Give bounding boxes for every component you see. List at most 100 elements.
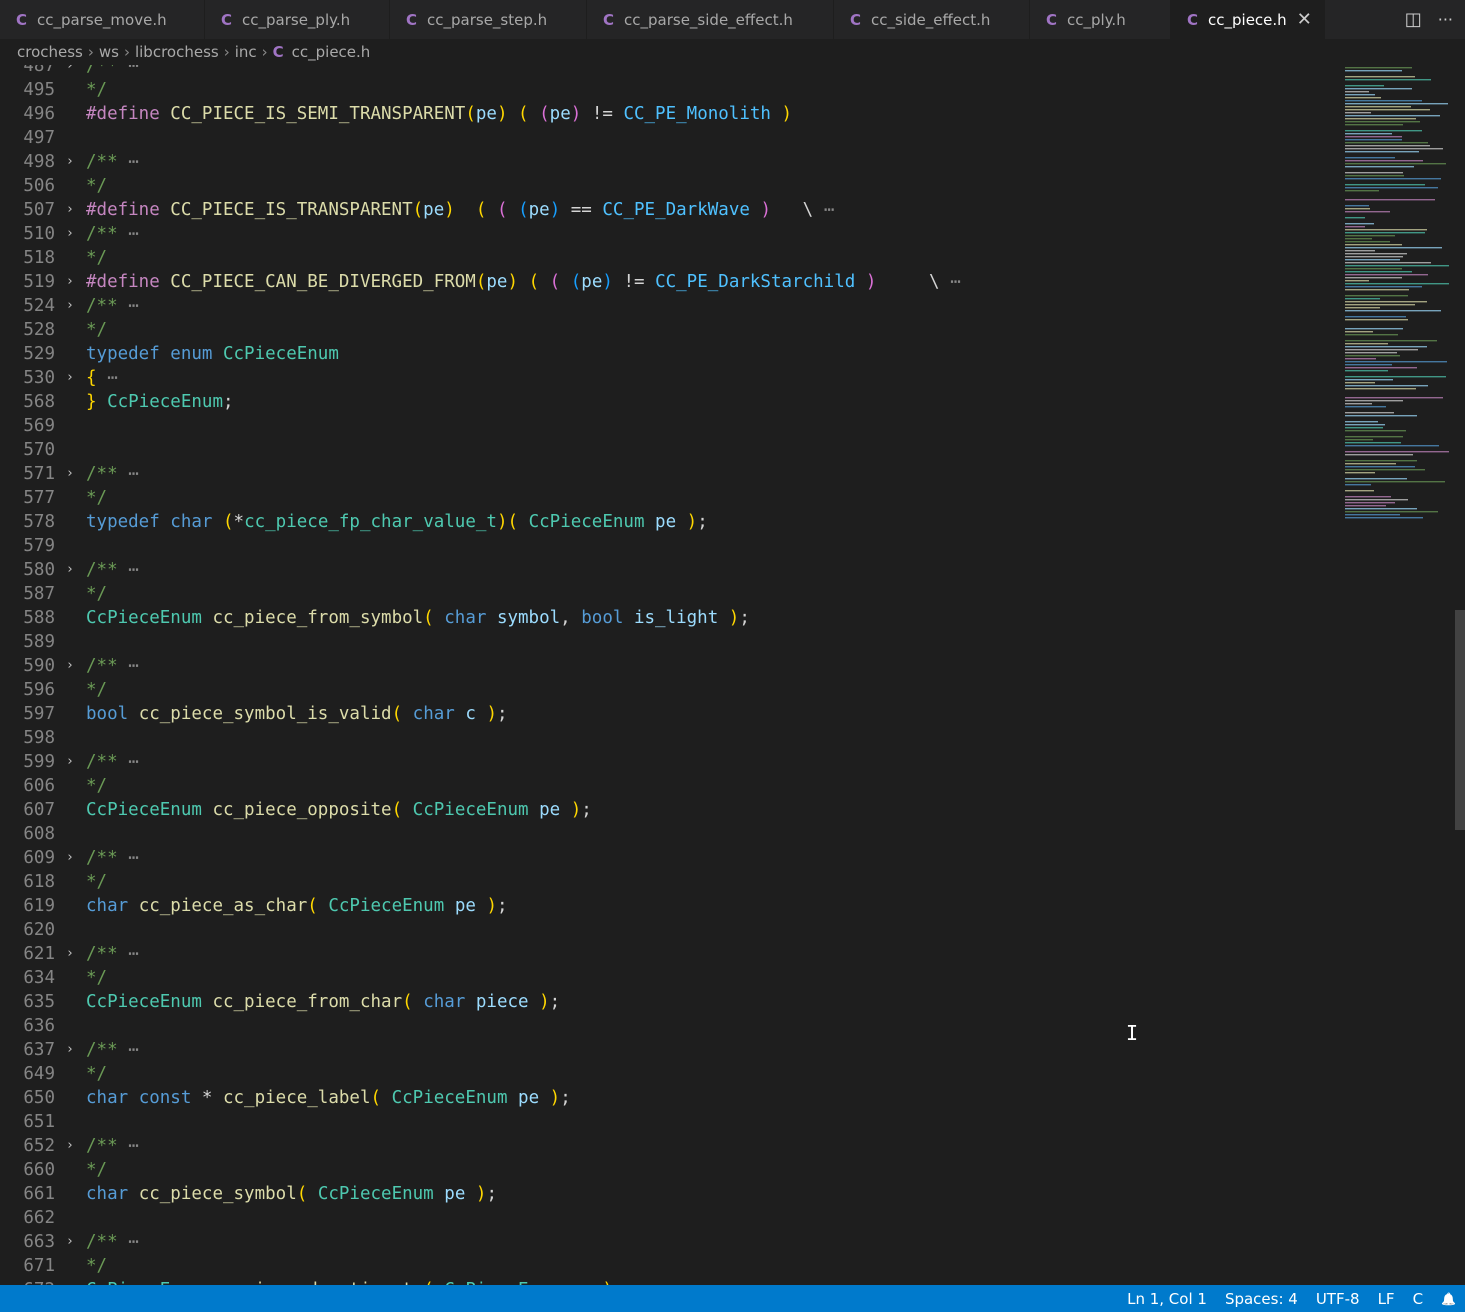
folded-ellipsis[interactable]: ⋯ [118, 1232, 139, 1252]
fold-chevron-icon[interactable]: › [66, 750, 74, 774]
code-line[interactable]: 634 */ [0, 966, 1340, 990]
code-line[interactable]: 596 */ [0, 678, 1340, 702]
code-line[interactable]: 599 › /** ⋯ [0, 750, 1340, 774]
folded-ellipsis[interactable]: ⋯ [118, 1040, 139, 1060]
code-line[interactable]: 580 › /** ⋯ [0, 558, 1340, 582]
code-line[interactable]: 498 › /** ⋯ [0, 150, 1340, 174]
tab-cc-side-effect-h[interactable]: Ccc_side_effect.h [834, 0, 1030, 39]
code-line[interactable]: 635 CcPieceEnum cc_piece_from_char( char … [0, 990, 1340, 1014]
folded-ellipsis[interactable]: ⋯ [118, 152, 139, 172]
split-editor-icon[interactable]: ◫ [1405, 9, 1422, 30]
code-line[interactable]: 621 › /** ⋯ [0, 942, 1340, 966]
code-line[interactable]: 506 */ [0, 174, 1340, 198]
code-line[interactable]: 510 › /** ⋯ [0, 222, 1340, 246]
code-line[interactable]: 620 [0, 918, 1340, 942]
code-line[interactable]: 524 › /** ⋯ [0, 294, 1340, 318]
code-line[interactable]: 588 CcPieceEnum cc_piece_from_symbol( cha… [0, 606, 1340, 630]
fold-chevron-icon[interactable]: › [66, 294, 74, 318]
code-line[interactable]: 618 */ [0, 870, 1340, 894]
code-line[interactable]: 518 */ [0, 246, 1340, 270]
more-actions-icon[interactable]: ··· [1438, 10, 1453, 29]
fold-chevron-icon[interactable]: › [66, 222, 74, 246]
fold-chevron-icon[interactable]: › [66, 65, 74, 78]
breadcrumb-item[interactable]: ws [99, 43, 119, 61]
code-line[interactable]: 672 CcPieceEnum cc_piece_demoting_to( CcP… [0, 1278, 1340, 1285]
code-line[interactable]: 589 [0, 630, 1340, 654]
folded-ellipsis[interactable]: ⋯ [118, 752, 139, 772]
indentation-status[interactable]: Spaces: 4 [1216, 1290, 1307, 1308]
folded-ellipsis[interactable]: ⋯ [118, 65, 139, 76]
breadcrumb-item[interactable]: libcrochess [135, 43, 219, 61]
breadcrumb-item[interactable]: crochess [17, 43, 83, 61]
code-line[interactable]: 507 › #define CC_PIECE_IS_TRANSPARENT(pe) … [0, 198, 1340, 222]
scrollbar-thumb[interactable] [1455, 610, 1465, 830]
bell-icon[interactable]: 🔔 [1432, 1292, 1465, 1306]
code-line[interactable]: 650 char const * cc_piece_label( CcPieceE… [0, 1086, 1340, 1110]
code-line[interactable]: 571 › /** ⋯ [0, 462, 1340, 486]
code-line[interactable]: 577 */ [0, 486, 1340, 510]
tab-cc-ply-h[interactable]: Ccc_ply.h [1030, 0, 1171, 39]
language-mode[interactable]: C [1404, 1290, 1432, 1308]
code-line[interactable]: 570 [0, 438, 1340, 462]
code-line[interactable]: 528 */ [0, 318, 1340, 342]
fold-chevron-icon[interactable]: › [66, 1038, 74, 1062]
code-line[interactable]: 661 char cc_piece_symbol( CcPieceEnum pe … [0, 1182, 1340, 1206]
minimap[interactable] [1340, 65, 1452, 1285]
folded-ellipsis[interactable]: ⋯ [118, 1136, 139, 1156]
code-line[interactable]: 529 typedef enum CcPieceEnum [0, 342, 1340, 366]
code-line[interactable]: 487 › /** ⋯ [0, 65, 1340, 78]
breadcrumb-file[interactable]: cc_piece.h [292, 43, 371, 61]
fold-chevron-icon[interactable]: › [66, 366, 74, 390]
fold-chevron-icon[interactable]: › [66, 942, 74, 966]
code-line[interactable]: 579 [0, 534, 1340, 558]
code-line[interactable]: 671 */ [0, 1254, 1340, 1278]
code-line[interactable]: 652 › /** ⋯ [0, 1134, 1340, 1158]
code-line[interactable]: 495 */ [0, 78, 1340, 102]
fold-chevron-icon[interactable]: › [66, 846, 74, 870]
tab-cc-parse-move-h[interactable]: Ccc_parse_move.h [0, 0, 205, 39]
folded-ellipsis[interactable]: ⋯ [118, 224, 139, 244]
code-line[interactable]: 637 › /** ⋯ [0, 1038, 1340, 1062]
code-line[interactable]: 619 char cc_piece_as_char( CcPieceEnum pe… [0, 894, 1340, 918]
cursor-position[interactable]: Ln 1, Col 1 [1118, 1290, 1216, 1308]
folded-ellipsis[interactable]: ⋯ [118, 464, 139, 484]
tab-cc-parse-side-effect-h[interactable]: Ccc_parse_side_effect.h [587, 0, 834, 39]
fold-chevron-icon[interactable]: › [66, 462, 74, 486]
folded-ellipsis[interactable]: ⋯ [118, 296, 139, 316]
folded-ellipsis[interactable]: ⋯ [118, 560, 139, 580]
fold-chevron-icon[interactable]: › [66, 270, 74, 294]
code-line[interactable]: 649 */ [0, 1062, 1340, 1086]
code-line[interactable]: 660 */ [0, 1158, 1340, 1182]
vertical-scrollbar[interactable] [1455, 65, 1465, 1285]
tab-cc-piece-h[interactable]: Ccc_piece.h ✕ [1171, 0, 1325, 39]
code-editor[interactable]: 487 › /** ⋯ 495 */ 496 #define CC_PIECE_IS_SEM… [0, 65, 1340, 1285]
fold-chevron-icon[interactable]: › [66, 198, 74, 222]
folded-ellipsis[interactable]: ⋯ [940, 272, 961, 292]
code-line[interactable]: 608 [0, 822, 1340, 846]
code-line[interactable]: 590 › /** ⋯ [0, 654, 1340, 678]
code-line[interactable]: 636 [0, 1014, 1340, 1038]
code-line[interactable]: 578 typedef char (*cc_piece_fp_char_value… [0, 510, 1340, 534]
code-line[interactable]: 598 [0, 726, 1340, 750]
code-line[interactable]: 568} CcPieceEnum; [0, 390, 1340, 414]
folded-ellipsis[interactable]: ⋯ [118, 944, 139, 964]
fold-chevron-icon[interactable]: › [66, 1230, 74, 1254]
code-line[interactable]: 606 */ [0, 774, 1340, 798]
code-line[interactable]: 651 [0, 1110, 1340, 1134]
code-line[interactable]: 597 bool cc_piece_symbol_is_valid( char c… [0, 702, 1340, 726]
folded-ellipsis[interactable]: ⋯ [97, 368, 118, 388]
folded-ellipsis[interactable]: ⋯ [118, 848, 139, 868]
code-line[interactable]: 607 CcPieceEnum cc_piece_opposite( CcPiec… [0, 798, 1340, 822]
fold-chevron-icon[interactable]: › [66, 150, 74, 174]
code-line[interactable]: 663 › /** ⋯ [0, 1230, 1340, 1254]
eol-status[interactable]: LF [1369, 1290, 1404, 1308]
code-line[interactable]: 587 */ [0, 582, 1340, 606]
code-line[interactable]: 662 [0, 1206, 1340, 1230]
breadcrumb-item[interactable]: inc [235, 43, 257, 61]
code-line[interactable]: 497 [0, 126, 1340, 150]
code-line[interactable]: 609 › /** ⋯ [0, 846, 1340, 870]
tab-cc-parse-step-h[interactable]: Ccc_parse_step.h [390, 0, 587, 39]
folded-ellipsis[interactable]: ⋯ [118, 656, 139, 676]
fold-chevron-icon[interactable]: › [66, 1134, 74, 1158]
code-line[interactable]: 569 [0, 414, 1340, 438]
